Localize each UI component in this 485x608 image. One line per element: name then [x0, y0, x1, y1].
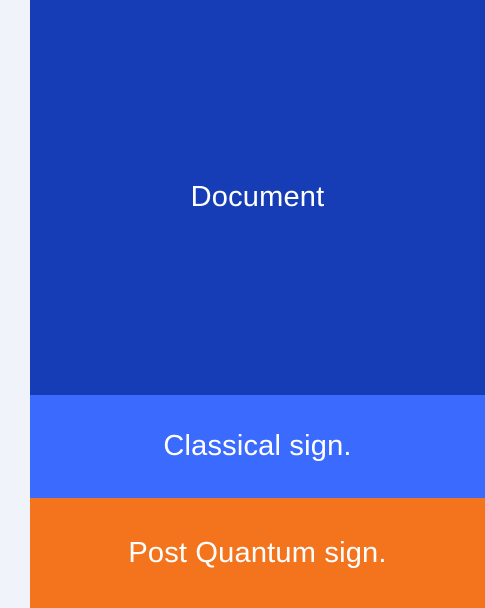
post-quantum-signature-block: Post Quantum sign. — [30, 498, 485, 608]
signature-stack-diagram: Document Classical sign. Post Quantum si… — [30, 0, 485, 608]
post-quantum-signature-label: Post Quantum sign. — [128, 536, 387, 569]
classical-signature-block: Classical sign. — [30, 395, 485, 498]
classical-signature-label: Classical sign. — [163, 430, 352, 462]
document-label: Document — [190, 181, 325, 213]
document-block: Document — [30, 0, 485, 395]
